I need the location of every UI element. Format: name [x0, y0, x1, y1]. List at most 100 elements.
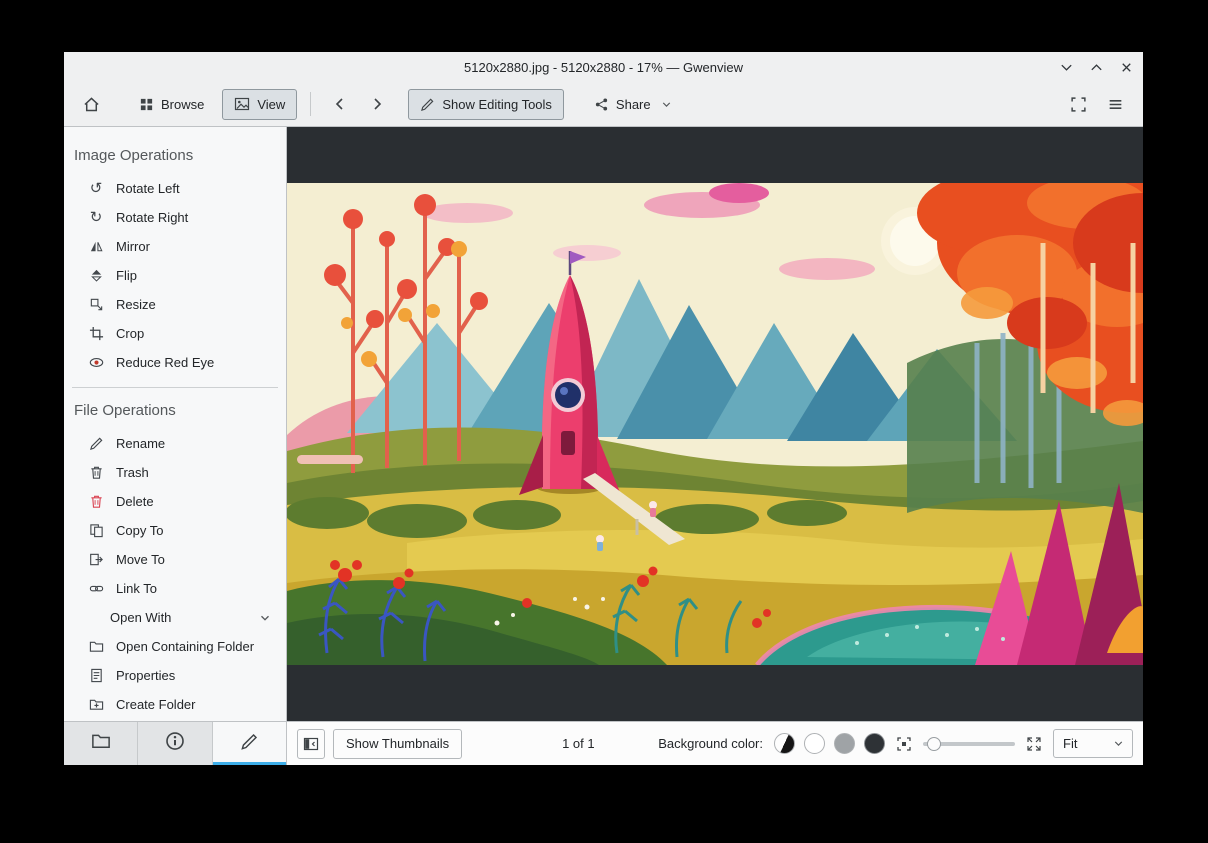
image-viewer-canvas[interactable]	[287, 127, 1143, 721]
zoom-actual-size-icon[interactable]	[1026, 736, 1042, 752]
chevron-down-icon	[1112, 737, 1125, 750]
fullscreen-button[interactable]	[1063, 89, 1094, 120]
sidebar-item-reduce-red-eye[interactable]: Reduce Red Eye	[64, 348, 286, 377]
create-folder-icon	[88, 697, 104, 713]
maximize-icon[interactable]	[1085, 56, 1107, 78]
displayed-image	[287, 183, 1143, 665]
sidebar-item-label: Rotate Left	[116, 181, 180, 196]
home-button[interactable]	[76, 89, 107, 120]
zoom-slider-handle[interactable]	[927, 736, 941, 751]
window-title: 5120x2880.jpg - 5120x2880 - 17% — Gwenvi…	[464, 59, 743, 75]
resize-icon	[88, 297, 104, 313]
sidebar-item-trash[interactable]: Trash	[64, 458, 286, 487]
zoom-fit-icon[interactable]	[896, 736, 912, 752]
menu-button[interactable]	[1100, 89, 1131, 120]
sidebar-item-flip[interactable]: Flip	[64, 261, 286, 290]
browse-grid-icon	[139, 97, 154, 112]
sidebar-item-label: Reduce Red Eye	[116, 355, 215, 370]
sidebar-item-label: Link To	[116, 581, 157, 596]
chevron-down-icon	[660, 98, 673, 111]
show-editing-tools-button[interactable]: Show Editing Tools	[408, 88, 564, 120]
sidebar-item-create-folder[interactable]: Create Folder	[64, 690, 286, 719]
view-button[interactable]: View	[222, 88, 298, 120]
back-button[interactable]	[324, 89, 355, 120]
sidebar-item-delete[interactable]: Delete	[64, 487, 286, 516]
browse-button[interactable]: Browse	[127, 89, 216, 120]
zoom-slider[interactable]	[923, 734, 1015, 754]
sidebar-item-label: Rename	[116, 436, 166, 451]
sidebar-item-label: Resize	[116, 297, 156, 312]
sidebar-item-link-to[interactable]: Link To	[64, 574, 286, 603]
sidebar-item-label: Properties	[116, 668, 176, 683]
chevron-down-icon	[258, 611, 272, 625]
sidebar-tab-operations[interactable]	[212, 722, 287, 765]
window-controls	[1055, 52, 1137, 82]
background-swatch-dark[interactable]	[864, 733, 885, 754]
minimize-icon[interactable]	[1055, 56, 1077, 78]
sidebar-item-label: Open With	[110, 610, 172, 625]
sidebar-item-rotate-left[interactable]: ↺ Rotate Left	[64, 174, 286, 203]
folder-tab-icon	[91, 731, 111, 756]
sidebar-item-label: Rotate Right	[116, 210, 189, 225]
pencil-tab-icon	[240, 732, 259, 756]
trash-icon	[88, 465, 104, 481]
reduce-red-eye-icon	[88, 355, 104, 371]
sidebar-item-open-with[interactable]: Open With	[64, 603, 286, 632]
flip-icon	[88, 268, 104, 284]
link-to-icon	[88, 581, 104, 597]
sidebar-item-move-to[interactable]: Move To	[64, 545, 286, 574]
sidebar-item-label: Create Folder	[116, 697, 196, 712]
toolbar-separator	[310, 92, 312, 116]
sidebar-item-properties[interactable]: Properties	[64, 661, 286, 690]
close-icon[interactable]	[1115, 56, 1137, 78]
mirror-icon	[88, 239, 104, 255]
sidebar-item-label: Crop	[116, 326, 145, 341]
gwenview-window: 5120x2880.jpg - 5120x2880 - 17% — Gwenvi…	[64, 52, 1143, 765]
sidebar-item-label: Mirror	[116, 239, 150, 254]
titlebar[interactable]: 5120x2880.jpg - 5120x2880 - 17% — Gwenvi…	[64, 52, 1143, 82]
browse-button-label: Browse	[161, 96, 205, 112]
show-thumbnails-label: Show Thumbnails	[346, 736, 450, 751]
view-button-label: View	[257, 96, 286, 112]
background-swatch-auto[interactable]	[774, 733, 795, 754]
toggle-sidebar-button[interactable]	[297, 728, 325, 759]
sidebar-panel-icon	[303, 736, 319, 752]
sidebar-item-copy-to[interactable]: Copy To	[64, 516, 286, 545]
properties-icon	[88, 668, 104, 684]
zoom-mode-select[interactable]: Fit	[1053, 729, 1133, 758]
share-button[interactable]: Share	[582, 89, 685, 120]
page-indicator: 1 of 1	[562, 736, 595, 751]
sidebar-item-resize[interactable]: Resize	[64, 290, 286, 319]
show-thumbnails-button[interactable]: Show Thumbnails	[333, 728, 463, 759]
sidebar-item-rotate-right[interactable]: ↻ Rotate Right	[64, 203, 286, 232]
background-swatch-white[interactable]	[804, 733, 825, 754]
sidebar-item-label: Trash	[116, 465, 149, 480]
zoom-fit-best-icon	[1070, 96, 1087, 113]
share-icon	[594, 97, 609, 112]
share-button-label: Share	[615, 96, 651, 112]
sidebar-tabs	[64, 721, 287, 765]
sidebar-item-crop[interactable]: Crop	[64, 319, 286, 348]
sidebar-tab-folders[interactable]	[64, 722, 139, 765]
sidebar-item-rename[interactable]: Rename	[64, 429, 286, 458]
background-swatch-gray[interactable]	[834, 733, 855, 754]
image-view-icon	[234, 96, 250, 112]
sidebar-item-label: Copy To	[116, 523, 164, 538]
sidebar-operations-panel: Image Operations ↺ Rotate Left ↻ Rotate …	[64, 127, 286, 721]
forward-button[interactable]	[361, 89, 392, 120]
sidebar-item-open-containing-folder[interactable]: Open Containing Folder	[64, 632, 286, 661]
sidebar: Image Operations ↺ Rotate Left ↻ Rotate …	[64, 127, 287, 765]
sidebar-item-mirror[interactable]: Mirror	[64, 232, 286, 261]
rotate-right-icon: ↻	[89, 208, 103, 226]
folder-icon	[88, 639, 104, 655]
sidebar-tab-information[interactable]	[138, 722, 213, 765]
home-icon	[83, 96, 100, 113]
back-chevron-icon	[332, 96, 348, 112]
background-color-label: Background color:	[658, 736, 763, 751]
section-divider	[72, 387, 278, 388]
rename-icon	[88, 436, 104, 452]
pencil-icon	[420, 97, 435, 112]
show-editing-tools-label: Show Editing Tools	[442, 96, 552, 112]
info-tab-icon	[165, 731, 185, 756]
sidebar-item-label: Open Containing Folder	[116, 639, 255, 654]
